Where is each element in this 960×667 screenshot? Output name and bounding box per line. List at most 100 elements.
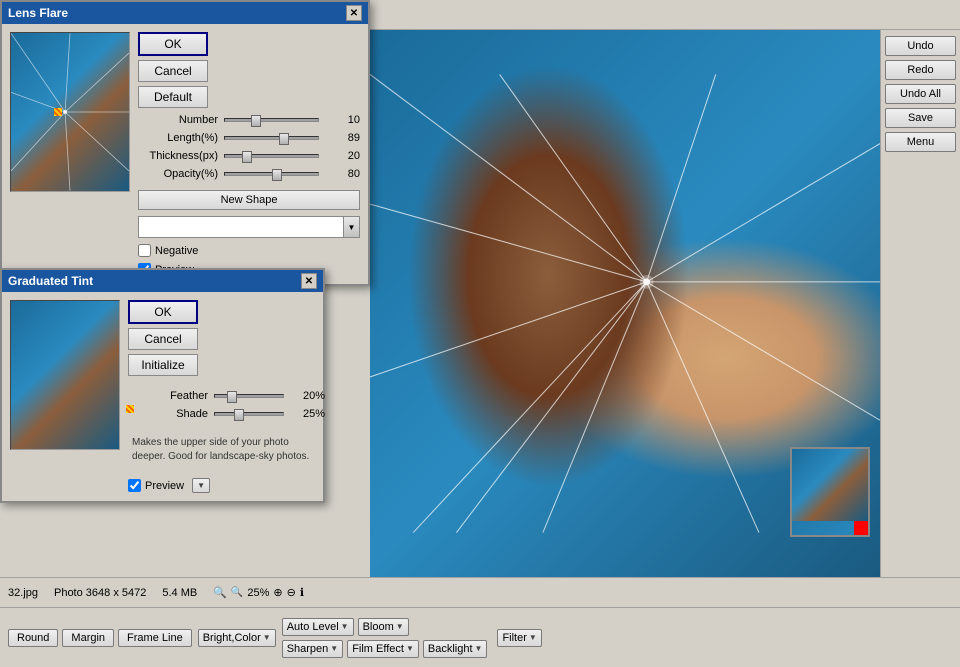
thickness-value: 20 (325, 150, 360, 162)
status-bar: 32.jpg Photo 3648 x 5472 5.4 MB 🔍 🔍 25% … (0, 577, 960, 607)
frame-line-button[interactable]: Frame Line (118, 629, 192, 647)
shape-section: New Shape ▼ Negative Preview (138, 190, 360, 276)
negative-label: Negative (155, 245, 198, 257)
bright-color-dropdown[interactable]: Bright,Color ▼ (198, 629, 276, 647)
feather-value: 20% (290, 390, 325, 402)
gt-preview-row: Preview ▼ (128, 478, 325, 493)
dropdown-row-1: Auto Level ▼ Bloom ▼ (282, 618, 488, 636)
preview-inner (11, 33, 129, 191)
film-effect-label: Film Effect (352, 643, 404, 655)
undo-button[interactable]: Undo (885, 36, 956, 56)
shape-dropdown[interactable]: ▼ (138, 216, 360, 238)
backlight-dropdown[interactable]: Backlight ▼ (423, 640, 488, 658)
preview-pixel-marker (54, 108, 62, 116)
gt-preview-checkbox[interactable] (128, 479, 141, 492)
shape-dropdown-content (139, 225, 343, 229)
gt-cancel-button[interactable]: Cancel (128, 328, 198, 350)
right-panel: Undo Redo Undo All Save Menu (880, 30, 960, 577)
thumbnail-close[interactable] (854, 521, 868, 535)
feather-slider-row: Feather 20% (128, 390, 325, 402)
backlight-label: Backlight (428, 643, 473, 655)
length-thumb[interactable] (279, 133, 289, 145)
new-shape-button[interactable]: New Shape (138, 190, 360, 210)
save-button[interactable]: Save (885, 108, 956, 128)
filename: 32.jpg (8, 587, 38, 599)
length-slider-row: Length(%) 89 (138, 132, 360, 144)
filter-arrow: ▼ (529, 633, 537, 642)
lf-default-button[interactable]: Default (138, 86, 208, 108)
gt-initialize-button[interactable]: Initialize (128, 354, 198, 376)
photo-area[interactable] (370, 30, 880, 577)
bright-color-label: Bright,Color (203, 632, 261, 644)
feather-label: Feather (128, 390, 208, 402)
margin-button[interactable]: Margin (62, 629, 114, 647)
auto-level-label: Auto Level (287, 621, 339, 633)
shade-slider-row: Shade 25% (128, 408, 325, 420)
dropdown-row-2: Sharpen ▼ Film Effect ▼ Backlight ▼ (282, 640, 488, 658)
lens-flare-content: OK Cancel Default Number 10 (2, 24, 368, 284)
gt-dropdown[interactable]: ▼ (192, 478, 210, 493)
sharpen-dropdown[interactable]: Sharpen ▼ (282, 640, 344, 658)
number-thumb[interactable] (251, 115, 261, 127)
gt-preview-label: Preview (145, 480, 184, 492)
bloom-label: Bloom (363, 621, 394, 633)
grad-preview-inner (11, 301, 119, 449)
lens-flare-close[interactable]: ✕ (346, 5, 362, 21)
auto-level-arrow: ▼ (341, 622, 349, 631)
center-dropdowns: Auto Level ▼ Bloom ▼ Sharpen ▼ Film Effe… (282, 618, 488, 658)
grad-tint-close[interactable]: ✕ (301, 273, 317, 289)
app-window: GIF Animated GIF 🖨️ Print ? Help (0, 0, 960, 667)
length-track[interactable] (224, 136, 319, 140)
zoom-in-icon[interactable]: 🔍 (213, 586, 227, 599)
bottom-toolbar: Round Margin Frame Line Bright,Color ▼ A… (0, 607, 960, 667)
photo-info: Photo 3648 x 5472 (54, 587, 146, 599)
opacity-slider-row: Opacity(%) 80 (138, 168, 360, 180)
gt-dropdown-arrow: ▼ (197, 481, 205, 490)
shade-value: 25% (290, 408, 325, 420)
gt-ok-button[interactable]: OK (128, 300, 198, 324)
bright-color-arrow: ▼ (263, 633, 271, 642)
negative-row: Negative (138, 244, 360, 257)
redo-button[interactable]: Redo (885, 60, 956, 80)
shade-thumb[interactable] (234, 409, 244, 421)
feather-thumb[interactable] (227, 391, 237, 403)
auto-level-dropdown[interactable]: Auto Level ▼ (282, 618, 354, 636)
filter-label: Filter (502, 632, 526, 644)
opacity-track[interactable] (224, 172, 319, 176)
sharpen-arrow: ▼ (330, 644, 338, 653)
opacity-value: 80 (325, 168, 360, 180)
undo-all-button[interactable]: Undo All (885, 84, 956, 104)
lf-ok-button[interactable]: OK (138, 32, 208, 56)
shape-dropdown-arrow[interactable]: ▼ (343, 217, 359, 237)
filter-dropdown[interactable]: Filter ▼ (497, 629, 541, 647)
grad-tint-titlebar: Graduated Tint ✕ (2, 270, 323, 292)
zoom-level: 25% (247, 587, 269, 599)
grad-dialog-content: OK Cancel Initialize Feather 20% (2, 292, 323, 501)
opacity-thumb[interactable] (272, 169, 282, 181)
thickness-track[interactable] (224, 154, 319, 158)
feather-track[interactable] (214, 394, 284, 398)
thickness-thumb[interactable] (242, 151, 252, 163)
zoom-plus-icon[interactable]: ⊕ (273, 586, 282, 599)
shade-track[interactable] (214, 412, 284, 416)
lens-flare-dialog: Lens Flare ✕ (0, 0, 370, 286)
zoom-info-icon[interactable]: ℹ (300, 586, 304, 599)
film-effect-dropdown[interactable]: Film Effect ▼ (347, 640, 419, 658)
grad-tint-right: OK Cancel Initialize Feather 20% (128, 300, 325, 493)
thickness-label: Thickness(px) (138, 150, 218, 162)
negative-checkbox[interactable] (138, 244, 151, 257)
zoom-minus-icon[interactable]: ⊖ (287, 586, 296, 599)
grad-sliders: Feather 20% Shade 25% (128, 390, 325, 420)
number-track[interactable] (224, 118, 319, 122)
number-value: 10 (325, 114, 360, 126)
menu-button[interactable]: Menu (885, 132, 956, 152)
lf-cancel-button[interactable]: Cancel (138, 60, 208, 82)
lf-sliders: Number 10 Length(%) 89 (138, 114, 360, 180)
grad-tint-title: Graduated Tint (8, 274, 93, 288)
description-text: Makes the upper side of your photo deepe… (128, 432, 325, 468)
bloom-dropdown[interactable]: Bloom ▼ (358, 618, 409, 636)
sharpen-label: Sharpen (287, 643, 329, 655)
zoom-out-icon[interactable]: 🔍 (231, 587, 243, 598)
round-button[interactable]: Round (8, 629, 58, 647)
thickness-slider-row: Thickness(px) 20 (138, 150, 360, 162)
